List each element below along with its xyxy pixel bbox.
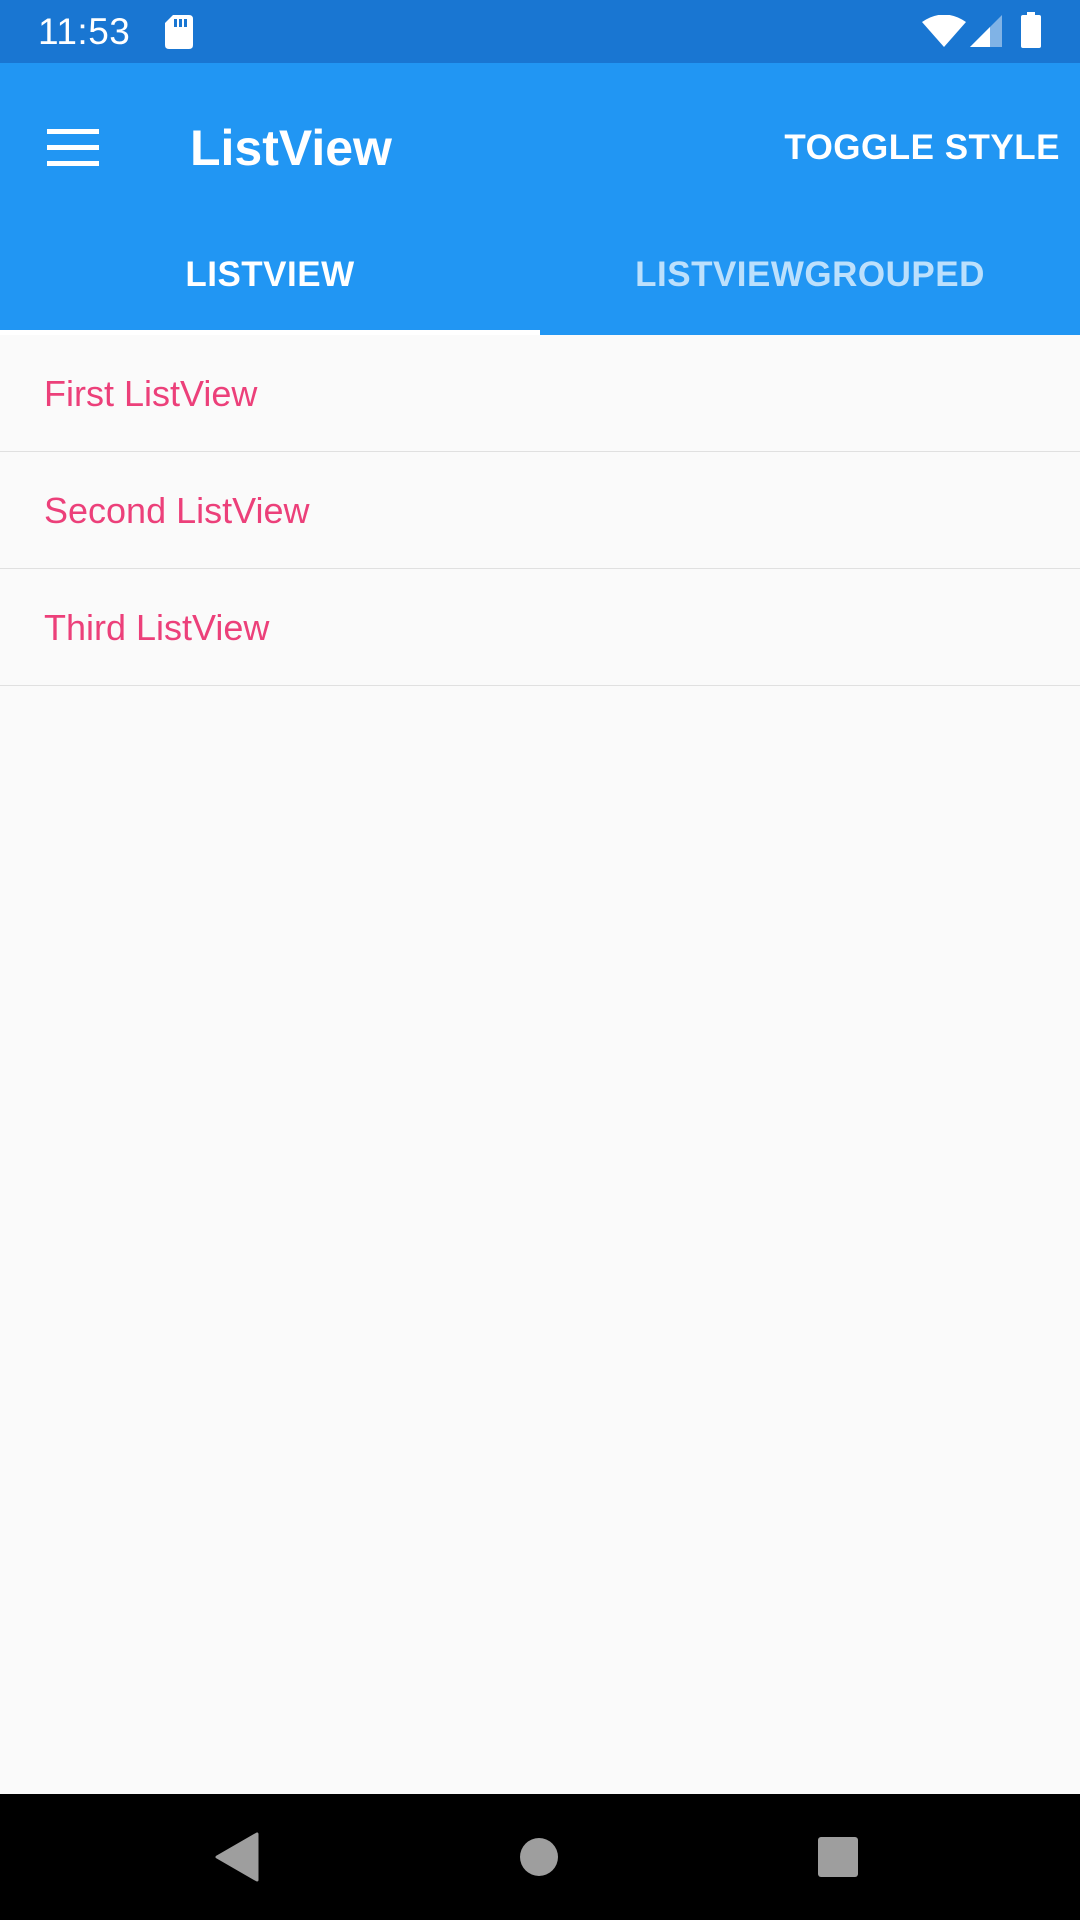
cell-signal-icon — [970, 15, 1002, 47]
app-bar: ListView TOGGLE STYLE LISTVIEW LISTVIEWG… — [0, 63, 1080, 335]
sd-card-icon — [165, 15, 193, 49]
list-item-first[interactable]: First ListView — [0, 335, 1080, 452]
back-icon[interactable] — [215, 1832, 259, 1882]
list-item-label: Second ListView — [44, 490, 310, 531]
wifi-icon — [922, 15, 966, 47]
battery-icon — [1021, 12, 1041, 48]
navigation-bar — [0, 1794, 1080, 1920]
tab-listviewgrouped[interactable]: LISTVIEWGROUPED — [540, 230, 1080, 335]
list-item-third[interactable]: Third ListView — [0, 569, 1080, 686]
list-item-label: Third ListView — [44, 607, 270, 648]
list-item-second[interactable]: Second ListView — [0, 452, 1080, 569]
tab-listview[interactable]: LISTVIEW — [0, 230, 540, 335]
menu-button[interactable] — [22, 97, 124, 199]
home-icon[interactable] — [520, 1838, 558, 1876]
recents-icon[interactable] — [818, 1837, 858, 1877]
status-time: 11:53 — [38, 11, 131, 52]
list-view: First ListView Second ListView Third Lis… — [0, 335, 1080, 686]
toggle-style-button[interactable]: TOGGLE STYLE — [784, 115, 1060, 181]
list-item-label: First ListView — [44, 373, 258, 414]
status-bar: 11:53 — [0, 0, 1080, 63]
page-title: ListView — [190, 120, 392, 176]
hamburger-menu-icon — [47, 129, 99, 166]
